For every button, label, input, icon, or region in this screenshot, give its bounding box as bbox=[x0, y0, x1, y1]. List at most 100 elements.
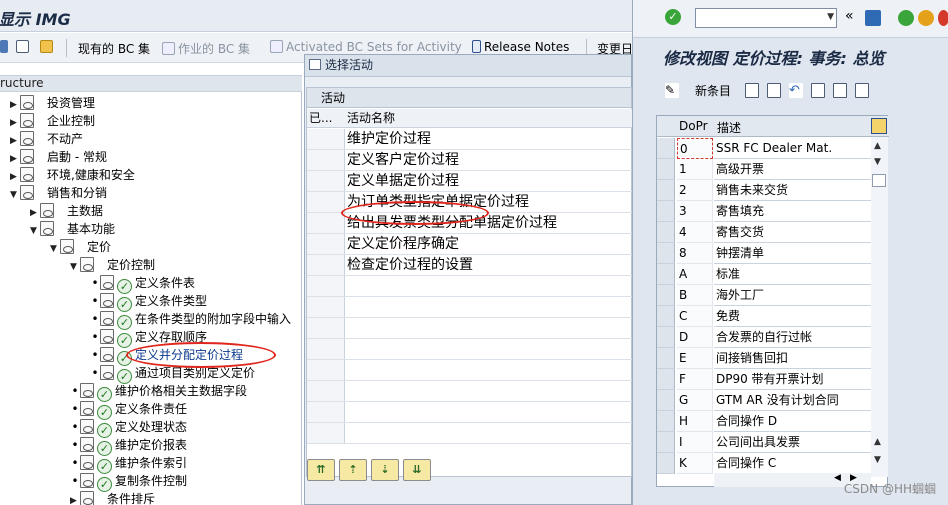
doc-icon bbox=[80, 383, 94, 398]
col-activity-name[interactable]: 活动名称 bbox=[347, 110, 395, 127]
doc-icon bbox=[20, 149, 34, 164]
table-row[interactable]: 为订单类型指定单据定价过程 bbox=[307, 192, 633, 213]
table-row-empty bbox=[307, 318, 633, 339]
table-row-empty bbox=[307, 297, 633, 318]
select-all-icon[interactable] bbox=[811, 83, 825, 98]
doc-icon bbox=[100, 275, 114, 290]
select-block-icon[interactable] bbox=[833, 83, 847, 98]
tree-node[interactable]: ▶ 投资管理 bbox=[10, 94, 95, 112]
tree-leaf[interactable]: • ✓ 定义处理状态 bbox=[70, 418, 187, 438]
table-row[interactable]: D 合发票的自行过帐 bbox=[657, 327, 871, 348]
doc-icon bbox=[80, 257, 94, 272]
tree-leaf[interactable]: • ✓ 维护定价报表 bbox=[70, 436, 187, 456]
table-row[interactable]: 检查定价过程的设置 bbox=[307, 255, 633, 276]
select-all-button[interactable]: ⇈ bbox=[307, 459, 335, 481]
deselect-all-button[interactable]: ⇊ bbox=[403, 459, 431, 481]
deselect-button[interactable]: ⇣ bbox=[371, 459, 399, 481]
table-row[interactable]: 8 钟摆清单 bbox=[657, 243, 871, 264]
tree-leaf[interactable]: • ✓ 定义存取顺序 bbox=[90, 328, 207, 348]
scroll-down-icon[interactable]: ▼ bbox=[874, 455, 881, 465]
doc-icon bbox=[20, 95, 34, 110]
tree-node[interactable]: ▶ 主数据 bbox=[30, 202, 103, 220]
table-row[interactable]: A 标准 bbox=[657, 264, 871, 285]
watermark: CSDN @HH蝈蝈 bbox=[843, 482, 936, 496]
tree-node[interactable]: ▶ 不动产 bbox=[10, 130, 83, 148]
col-dopr[interactable]: DoPr bbox=[679, 119, 708, 133]
table-row[interactable]: C 免费 bbox=[657, 306, 871, 327]
chevron-down-icon[interactable]: ▼ bbox=[827, 12, 834, 22]
table-settings-icon[interactable] bbox=[871, 118, 887, 134]
table-row[interactable]: H 合同操作 D bbox=[657, 411, 871, 432]
dialog-title-bar[interactable]: 选择活动 bbox=[305, 55, 631, 77]
doc-icon bbox=[80, 473, 94, 488]
exit-icon[interactable] bbox=[918, 10, 934, 26]
tree-node[interactable]: ▼ 销售和分销 bbox=[10, 184, 107, 202]
cancel-icon[interactable] bbox=[938, 10, 948, 26]
vertical-scrollbar[interactable]: ▲ ▼ ▲ ▼ bbox=[871, 137, 888, 477]
scroll-up-icon[interactable]: ▲ bbox=[874, 141, 881, 151]
table-row[interactable]: 4 寄售交货 bbox=[657, 222, 871, 243]
doc-icon bbox=[20, 185, 34, 200]
tree-node[interactable]: ▶ 条件排斥 bbox=[70, 490, 155, 505]
tree-leaf[interactable]: • ✓ 定义条件责任 bbox=[70, 400, 187, 420]
scroll-left-icon[interactable]: ◀ bbox=[834, 473, 841, 483]
tree-leaf-selected[interactable]: • ✓ 定义并分配定价过程 bbox=[90, 346, 243, 366]
tree-leaf[interactable]: • ✓ 定义条件类型 bbox=[90, 292, 207, 312]
expand-icon[interactable] bbox=[0, 40, 11, 56]
tree-node[interactable]: ▶ 企业控制 bbox=[10, 112, 95, 130]
enter-check-icon[interactable]: ✓ bbox=[665, 9, 681, 25]
doc-icon bbox=[100, 293, 114, 308]
tree-leaf[interactable]: • ✓ 定义条件表 bbox=[90, 274, 195, 294]
select-block-button[interactable]: ⇡ bbox=[339, 459, 367, 481]
table-row[interactable]: B 海外工厂 bbox=[657, 285, 871, 306]
table-row[interactable]: K 合同操作 C bbox=[657, 453, 871, 474]
save-icon[interactable] bbox=[865, 10, 881, 26]
table-row[interactable]: F DP90 带有开票计划 bbox=[657, 369, 871, 390]
scroll-down-icon[interactable]: ▼ bbox=[874, 157, 881, 167]
command-field[interactable]: ▼ bbox=[695, 8, 837, 28]
undo-icon[interactable]: ↶ bbox=[789, 83, 803, 98]
doc-icon bbox=[100, 347, 114, 362]
table-row[interactable]: G GTM AR 没有计划合同 bbox=[657, 390, 871, 411]
tree-leaf[interactable]: • ✓ 通过项目类别定义定价 bbox=[90, 364, 255, 384]
delete-icon[interactable] bbox=[767, 83, 781, 98]
display-change-icon[interactable]: ✎ bbox=[665, 83, 679, 98]
tree-leaf[interactable]: • ✓ 维护条件索引 bbox=[70, 454, 187, 474]
folder-icon[interactable] bbox=[40, 40, 56, 56]
tree-node[interactable]: ▶ 启動 - 常规 bbox=[10, 148, 107, 166]
chevron-left-icon[interactable]: « bbox=[845, 8, 861, 24]
table-row[interactable]: 定义定价程序确定 bbox=[307, 234, 633, 255]
back-icon[interactable] bbox=[898, 10, 914, 26]
table-row[interactable]: 2 销售未来交货 bbox=[657, 180, 871, 201]
view-toolbar: ✎ 新条目 ↶ bbox=[655, 75, 948, 105]
table-row[interactable]: 给出具发票类型分配单据定价过程 bbox=[307, 213, 633, 234]
table-row[interactable]: 1 高级开票 bbox=[657, 159, 871, 180]
pricing-procedure-table: DoPr 描述 0 SSR FC Dealer Mat. 1 高级开票 2 销售未来交… bbox=[656, 115, 889, 487]
scroll-thumb[interactable] bbox=[872, 174, 886, 187]
tree-leaf[interactable]: • ✓ 在条件类型的附加字段中输入 bbox=[90, 310, 291, 330]
tree-node[interactable]: ▼ 基本功能 bbox=[30, 220, 115, 238]
new-entries-button[interactable]: 新条目 bbox=[695, 82, 731, 99]
command-input[interactable] bbox=[696, 9, 816, 27]
table-row[interactable]: 维护定价过程 bbox=[307, 129, 633, 150]
copy-icon[interactable] bbox=[745, 83, 759, 98]
col-description[interactable]: 描述 bbox=[717, 119, 741, 136]
activity-bc-sets-button[interactable]: 作业的 BC 集 bbox=[162, 40, 250, 56]
table-row[interactable]: 0 SSR FC Dealer Mat. bbox=[657, 138, 871, 159]
table-row[interactable]: E 间接销售回扣 bbox=[657, 348, 871, 369]
existing-bc-sets-button[interactable]: 现有的 BC 集 bbox=[78, 40, 150, 56]
table-row[interactable]: 定义单据定价过程 bbox=[307, 171, 633, 192]
tree-node[interactable]: ▶ 环境,健康和安全 bbox=[10, 166, 135, 184]
doc-icon[interactable] bbox=[16, 40, 32, 56]
tree-leaf[interactable]: • ✓ 复制条件控制 bbox=[70, 472, 187, 492]
col-done[interactable]: 已... bbox=[309, 110, 332, 127]
tree-node[interactable]: ▼ 定价 bbox=[50, 238, 111, 256]
tree-node[interactable]: ▼ 定价控制 bbox=[70, 256, 155, 274]
scroll-up-icon[interactable]: ▲ bbox=[874, 437, 881, 447]
deselect-all-icon[interactable] bbox=[855, 83, 869, 98]
tree-leaf[interactable]: • ✓ 维护价格相关主数据字段 bbox=[70, 382, 247, 402]
table-row[interactable]: 3 寄售填充 bbox=[657, 201, 871, 222]
table-row[interactable]: 定义客户定价过程 bbox=[307, 150, 633, 171]
table-row[interactable]: I 公司间出具发票 bbox=[657, 432, 871, 453]
toolbar-divider bbox=[66, 39, 67, 57]
